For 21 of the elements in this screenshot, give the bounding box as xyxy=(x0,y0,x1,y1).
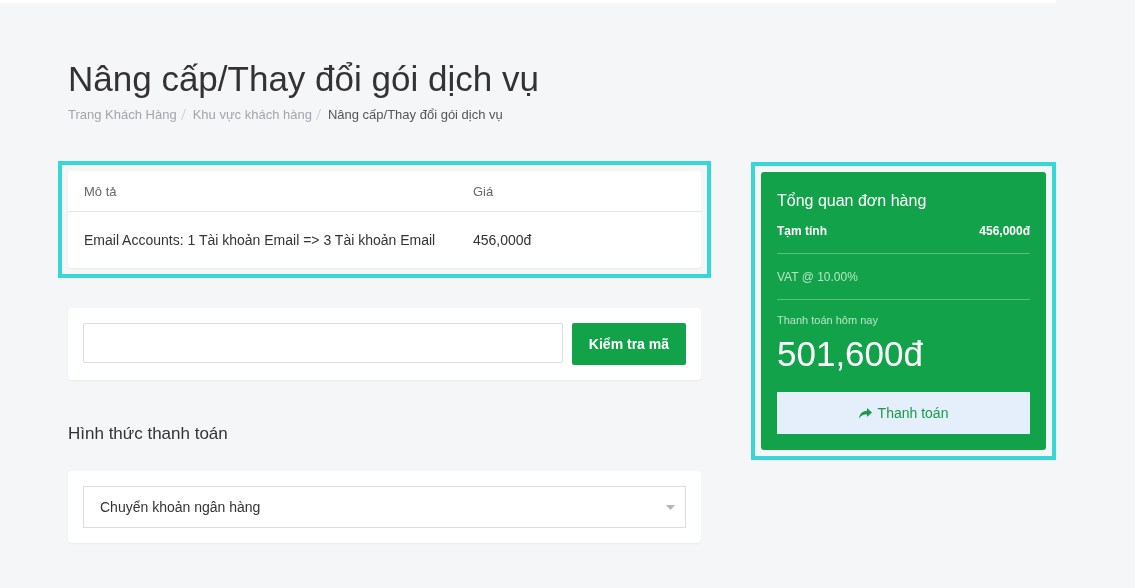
checkout-button[interactable]: Thanh toán xyxy=(777,392,1030,434)
column-header: Mô tả xyxy=(84,183,118,199)
share-arrow-icon xyxy=(858,407,872,419)
table-cell-text: 456,000đ xyxy=(473,232,533,248)
breadcrumb-current: Nâng cấp/Thay đổi gói dịch vụ xyxy=(327,107,503,122)
total-amount: 501,600đ xyxy=(777,333,924,375)
section-heading: Hình thức thanh toán xyxy=(68,424,229,444)
summary-label: VAT @ 10.00% xyxy=(777,270,858,284)
caret-icon xyxy=(666,504,675,510)
payment-method-dropdown[interactable]: Chuyển khoản ngân hàng xyxy=(83,486,686,528)
promo-code-field[interactable] xyxy=(83,323,563,363)
page-title: Nâng cấp/Thay đổi gói dịch vụ xyxy=(68,58,540,100)
summary-label: Tạm tính xyxy=(777,224,827,238)
column-header: Giá xyxy=(473,183,495,199)
breadcrumb-link[interactable]: Trang Khách Hàng xyxy=(68,107,177,122)
table-cell-text: Email Accounts: 1 Tài khoản Email => 3 Tài khoản Email xyxy=(84,232,437,248)
check-code-button[interactable]: Kiểm tra mã xyxy=(571,323,686,365)
summary-title: Tổng quan đơn hàng xyxy=(777,192,928,210)
summary-value: 456,000đ xyxy=(979,224,1030,238)
total-label: Thanh toán hôm nay xyxy=(777,314,879,326)
breadcrumb-link[interactable]: Khu vực khách hàng xyxy=(192,107,312,122)
